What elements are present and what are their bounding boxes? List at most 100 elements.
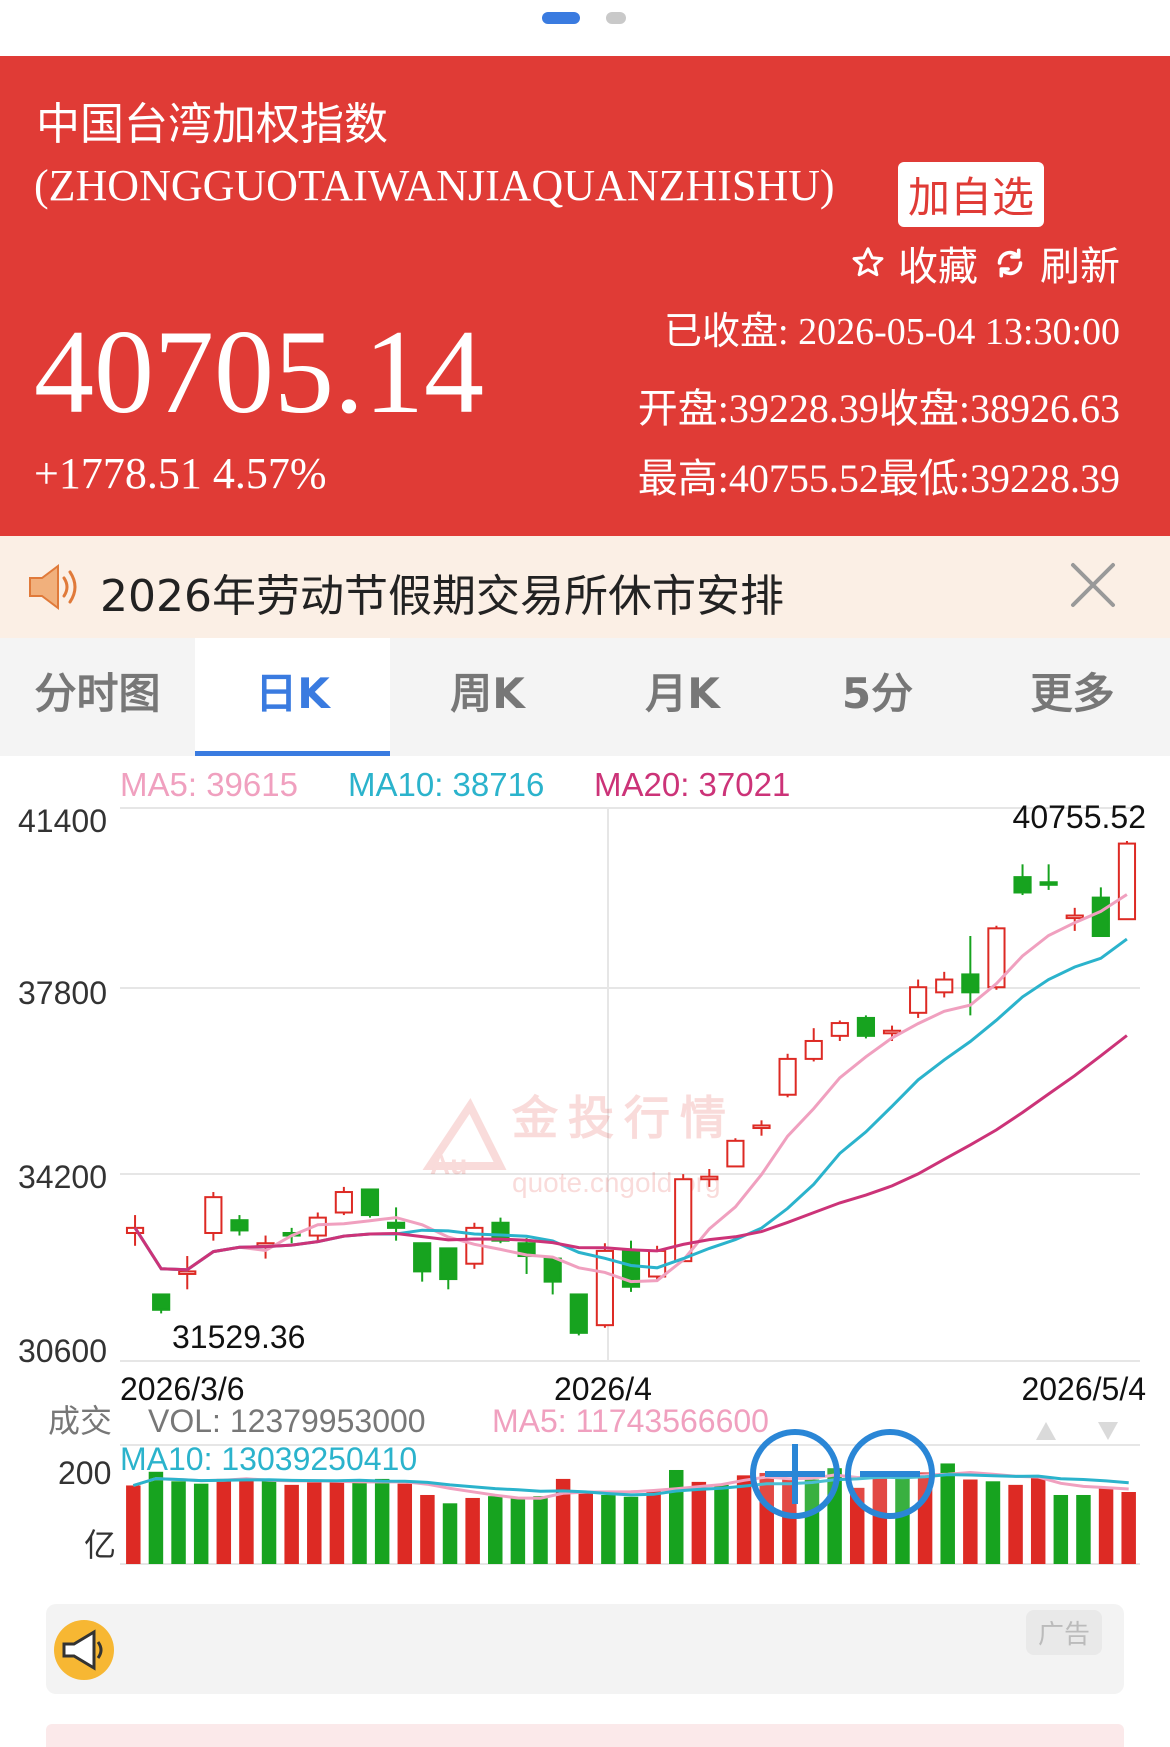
- volume-bar: [940, 1463, 955, 1564]
- favorite-label: 收藏: [898, 244, 978, 290]
- chart-tabs: 分时图 日K 周K 月K 5分 更多: [0, 638, 1170, 756]
- close-icon[interactable]: [1068, 560, 1118, 610]
- tab-daily-k[interactable]: 日K: [195, 638, 390, 756]
- candle: [569, 1293, 588, 1336]
- volume-bar: [442, 1503, 458, 1564]
- star-icon: [852, 247, 884, 277]
- y-tick-3: 34200: [18, 1159, 107, 1195]
- scroll-down-icon[interactable]: [1098, 1422, 1118, 1440]
- candle: [1117, 840, 1137, 921]
- header-actions: 收藏 刷新: [850, 234, 1120, 292]
- volume-bar: [985, 1481, 1001, 1564]
- bottom-banner: [46, 1724, 1124, 1747]
- volume-bar: [352, 1481, 367, 1564]
- candle: [178, 1256, 197, 1290]
- index-name: 中国台湾加权指数: [36, 99, 388, 150]
- tab-weekly-k[interactable]: 周K: [390, 638, 585, 756]
- candle: [413, 1242, 432, 1282]
- candle: [360, 1188, 380, 1218]
- candle: [935, 971, 954, 998]
- candle: [778, 1053, 797, 1098]
- volume-bar: [1053, 1494, 1069, 1564]
- volume-bar: [510, 1497, 526, 1564]
- ma5-line: [133, 893, 1128, 1284]
- candle: [1013, 864, 1032, 896]
- volume-bar: [216, 1478, 232, 1564]
- volume-bar: [193, 1483, 209, 1564]
- volume-bar: [171, 1481, 186, 1564]
- volume-ma5: MA5: 11743566600: [492, 1403, 769, 1439]
- candle: [674, 1174, 693, 1263]
- volume-bar: [1098, 1487, 1114, 1564]
- volume-bar: [261, 1478, 277, 1564]
- kline-chart[interactable]: MA5: 39615 MA10: 38716 MA20: 37021 Au 金投…: [0, 756, 1170, 1596]
- page-indicator: [0, 0, 1170, 56]
- candle: [230, 1215, 249, 1236]
- candle: [204, 1192, 223, 1241]
- add-watchlist-button[interactable]: 加自选: [898, 162, 1045, 227]
- max-label: 40755.52: [1013, 799, 1146, 835]
- volume-bar: [420, 1494, 435, 1564]
- volume-axis-top: 200: [58, 1455, 111, 1491]
- volume-bar: [691, 1481, 707, 1564]
- y-tick-4: 30600: [18, 1333, 107, 1369]
- zoom-in-button[interactable]: [750, 1429, 840, 1519]
- volume-bar: [126, 1485, 141, 1564]
- volume-bar: [623, 1496, 639, 1564]
- volume-label: 成交: [48, 1403, 112, 1439]
- tab-intraday[interactable]: 分时图: [0, 638, 195, 756]
- tab-5min[interactable]: 5分: [780, 638, 975, 756]
- volume-ma10: MA10: 13039250410: [120, 1441, 417, 1477]
- tab-more[interactable]: 更多: [975, 638, 1170, 756]
- notice-text: 2026年劳动节假期交易所休市安排: [100, 571, 784, 622]
- favorite-button[interactable]: 收藏: [850, 234, 978, 292]
- volume-bar: [714, 1484, 729, 1564]
- volume-bar: [1008, 1484, 1023, 1564]
- volume-bar: [374, 1478, 390, 1564]
- price-change: +1778.51 4.57%: [34, 449, 327, 498]
- x-tick-start: 2026/3/6: [120, 1371, 245, 1407]
- volume-bar: [488, 1496, 503, 1564]
- ma5-legend: MA5: 39615: [120, 766, 298, 803]
- x-tick-mid: 2026/4: [554, 1371, 652, 1407]
- volume-bar: [1076, 1494, 1091, 1564]
- candle: [804, 1028, 823, 1062]
- refresh-label: 刷新: [1040, 244, 1120, 290]
- quote-header: 中国台湾加权指数 (ZHONGGUOTAIWANJIAQUANZHISHU) 加…: [0, 56, 1170, 536]
- index-pinyin: (ZHONGGUOTAIWANJIAQUANZHISHU): [34, 161, 835, 210]
- volume-bar: [669, 1469, 684, 1564]
- candle: [543, 1257, 562, 1295]
- scroll-up-icon[interactable]: [1036, 1422, 1056, 1440]
- page-dot[interactable]: [606, 12, 626, 24]
- volume-bar: [307, 1482, 322, 1564]
- zoom-out-button[interactable]: [845, 1429, 935, 1519]
- candle: [987, 925, 1006, 990]
- volume-bar: [397, 1483, 413, 1564]
- tab-monthly-k[interactable]: 月K: [585, 638, 780, 756]
- candle: [439, 1247, 458, 1290]
- candle: [752, 1120, 771, 1136]
- page-dot-active[interactable]: [542, 12, 580, 24]
- volume-bar: [148, 1471, 164, 1564]
- candle: [830, 1020, 849, 1041]
- candles: [125, 840, 1137, 1336]
- notice-bar[interactable]: 2026年劳动节假期交易所休市安排: [0, 536, 1170, 638]
- ad-banner[interactable]: 广告: [46, 1604, 1124, 1694]
- candle: [726, 1138, 745, 1168]
- volume-bar: [578, 1492, 593, 1564]
- candle: [152, 1293, 171, 1314]
- volume-value: VOL: 12379953000: [148, 1403, 426, 1439]
- watermark-cn: 金投行情: [511, 1092, 736, 1144]
- volume-bar: [1121, 1492, 1136, 1564]
- min-label: 31529.36: [172, 1319, 305, 1355]
- refresh-button[interactable]: 刷新: [992, 234, 1120, 292]
- volume-axis-unit: 亿: [84, 1527, 116, 1563]
- volume-bar: [533, 1496, 548, 1564]
- candle: [1039, 864, 1058, 890]
- candle: [909, 979, 928, 1018]
- x-tick-end: 2026/5/4: [1021, 1371, 1146, 1407]
- current-price: 40705.14: [34, 305, 484, 438]
- volume-bar: [963, 1479, 978, 1564]
- ma-lines: [133, 893, 1128, 1284]
- refresh-icon: [997, 248, 1023, 278]
